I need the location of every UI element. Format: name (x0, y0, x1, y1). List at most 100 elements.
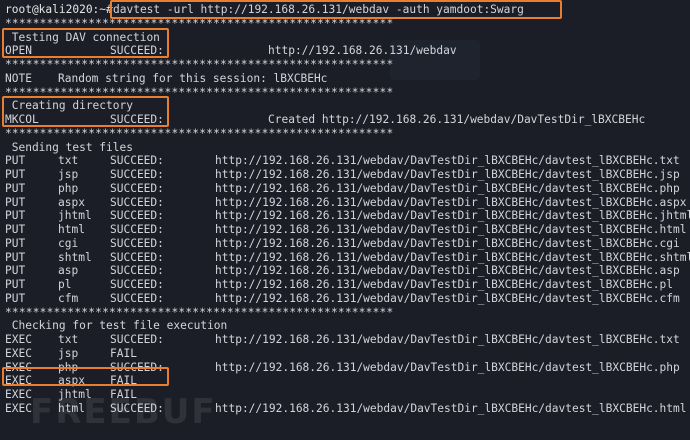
put-ext: html (58, 223, 85, 236)
put-method: PUT (5, 291, 26, 305)
put-result: SUCCEED: (110, 264, 164, 278)
dav-result-line: OPEN SUCCEED: http://192.168.26.131/webd… (5, 44, 689, 58)
separator: ****************************************… (5, 58, 394, 71)
put-method: PUT (5, 223, 26, 236)
put-url: http://192.168.26.131/webdav/DavTestDir_… (215, 250, 690, 264)
put-method: PUT (5, 209, 26, 223)
put-ext: aspx (58, 195, 85, 209)
exec-heading: Checking for test file execution (5, 319, 228, 333)
exec-ext: txt (58, 333, 79, 346)
dav-status: OPEN (5, 44, 32, 58)
put-url: http://192.168.26.131/webdav/DavTestDir_… (215, 195, 687, 209)
put-ext: php (58, 181, 79, 195)
exec-row: EXEC txt SUCCEED: http://192.168.26.131/… (5, 333, 689, 347)
put-ext: jhtml (58, 209, 92, 223)
put-row: PUT html SUCCEED: http://192.168.26.131/… (5, 223, 689, 237)
put-result: SUCCEED: (110, 278, 164, 291)
exec-result: FAIL (110, 346, 137, 360)
sending-heading: Sending test files (5, 140, 133, 154)
command-line: root@kali2020:~# davtest -url http://192… (5, 3, 689, 17)
put-result: SUCCEED: (110, 154, 164, 168)
put-url: http://192.168.26.131/webdav/DavTestDir_… (215, 236, 680, 250)
put-url: http://192.168.26.131/webdav/DavTestDir_… (215, 278, 674, 291)
exec-ext: php (58, 360, 79, 374)
exec-url: http://192.168.26.131/webdav/DavTestDir_… (215, 360, 680, 374)
dav-heading: Testing DAV connection (5, 30, 160, 44)
separator: ****************************************… (5, 126, 394, 140)
exec-url: http://192.168.26.131/webdav/DavTestDir_… (215, 401, 687, 415)
put-method: PUT (5, 236, 26, 250)
put-row: PUT asp SUCCEED: http://192.168.26.131/w… (5, 264, 689, 278)
exec-row: EXEC jsp FAIL (5, 347, 689, 361)
put-ext: cgi (58, 236, 79, 250)
separator: ****************************************… (5, 16, 394, 30)
note-label: NOTE (5, 71, 32, 85)
put-result: SUCCEED: (110, 236, 164, 250)
exec-url: http://192.168.26.131/webdav/DavTestDir_… (215, 333, 680, 346)
put-row: PUT cgi SUCCEED: http://192.168.26.131/w… (5, 237, 689, 251)
put-url: http://192.168.26.131/webdav/DavTestDir_… (215, 264, 680, 278)
put-method: PUT (5, 278, 26, 291)
put-method: PUT (5, 250, 26, 264)
exec-method: EXEC (5, 374, 32, 388)
exec-method: EXEC (5, 346, 32, 360)
mkcol-result-line: MKCOL SUCCEED: Created http://192.168.26… (5, 113, 689, 127)
put-url: http://192.168.26.131/webdav/DavTestDir_… (215, 154, 680, 168)
put-result: SUCCEED: (110, 209, 164, 223)
put-row: PUT pl SUCCEED: http://192.168.26.131/we… (5, 278, 689, 292)
terminal-output: root@kali2020:~# davtest -url http://192… (5, 3, 690, 416)
put-ext: jsp (58, 168, 79, 181)
dav-result: SUCCEED: (110, 44, 164, 58)
put-method: PUT (5, 264, 26, 278)
exec-method: EXEC (5, 401, 32, 415)
section-heading-sending: Sending test files (5, 141, 689, 155)
put-ext: asp (58, 264, 79, 278)
put-row: PUT txt SUCCEED: http://192.168.26.131/w… (5, 154, 689, 168)
put-row: PUT jhtml SUCCEED: http://192.168.26.131… (5, 209, 690, 223)
put-result: SUCCEED: (110, 223, 164, 236)
exec-method: EXEC (5, 333, 32, 346)
put-method: PUT (5, 181, 26, 195)
put-row: PUT shtml SUCCEED: http://192.168.26.131… (5, 250, 690, 265)
put-row: PUT php SUCCEED: http://192.168.26.131/w… (5, 182, 689, 196)
section-heading-exec: Checking for test file execution (5, 319, 689, 333)
put-url: http://192.168.26.131/webdav/DavTestDir_… (215, 168, 680, 181)
put-ext: txt (58, 154, 79, 168)
section-heading-dav: Testing DAV connection (5, 31, 689, 45)
mkcol-heading: Creating directory (5, 99, 133, 113)
put-row: PUT jsp SUCCEED: http://192.168.26.131/w… (5, 168, 689, 182)
mkcol-result: SUCCEED: (110, 113, 164, 126)
put-result: SUCCEED: (110, 250, 164, 264)
exec-result: SUCCEED: (110, 360, 164, 374)
put-result: SUCCEED: (110, 168, 164, 181)
watermark-logo: FREEBUF (30, 392, 217, 432)
separator: ****************************************… (5, 85, 394, 99)
put-url: http://192.168.26.131/webdav/DavTestDir_… (215, 291, 680, 305)
put-row: PUT aspx SUCCEED: http://192.168.26.131/… (5, 196, 689, 210)
put-ext: shtml (58, 250, 92, 264)
put-method: PUT (5, 154, 26, 168)
put-method: PUT (5, 168, 26, 181)
put-row: PUT cfm SUCCEED: http://192.168.26.131/w… (5, 292, 689, 306)
mkcol-status: MKCOL (5, 113, 39, 126)
note-line: NOTE Random string for this session: lBX… (5, 72, 689, 86)
exec-result: FAIL (110, 374, 137, 388)
exec-ext: jsp (58, 346, 79, 360)
exec-ext: aspx (58, 374, 85, 388)
put-url: http://192.168.26.131/webdav/DavTestDir_… (215, 209, 690, 223)
mkcol-text: Created http://192.168.26.131/webdav/Dav… (268, 113, 646, 126)
command-text[interactable]: davtest -url http://192.168.26.131/webda… (113, 3, 524, 17)
put-method: PUT (5, 195, 26, 209)
exec-row: EXEC aspx FAIL (5, 374, 689, 388)
terminal-window[interactable]: root@kali2020:~# davtest -url http://192… (0, 0, 690, 440)
put-result: SUCCEED: (110, 291, 164, 305)
put-result: SUCCEED: (110, 181, 164, 195)
dav-url: http://192.168.26.131/webdav (268, 44, 457, 58)
separator: ****************************************… (5, 305, 394, 319)
exec-row: EXEC php SUCCEED: http://192.168.26.131/… (5, 361, 689, 375)
exec-method: EXEC (5, 360, 32, 374)
exec-method: EXEC (5, 388, 32, 401)
put-url: http://192.168.26.131/webdav/DavTestDir_… (215, 223, 687, 236)
put-ext: cfm (58, 291, 79, 305)
put-result: SUCCEED: (110, 195, 164, 209)
